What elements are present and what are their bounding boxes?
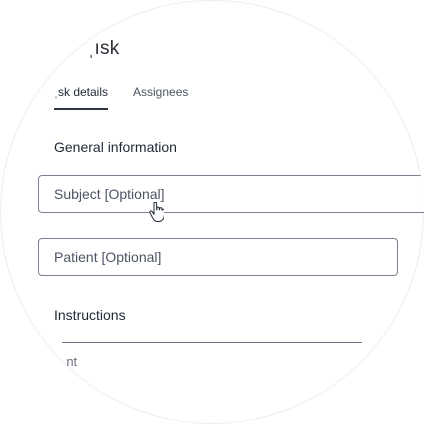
instructions-input[interactable]: [62, 322, 362, 343]
partial-field-label: ˌnt: [62, 354, 78, 369]
patient-placeholder: Patient [Optional]: [54, 249, 162, 265]
subject-input[interactable]: Subject [Optional]: [38, 175, 424, 213]
patient-input[interactable]: Patient [Optional]: [38, 238, 398, 276]
subject-placeholder: Subject [Optional]: [54, 186, 165, 202]
page-title: ˌısk: [88, 38, 120, 59]
magnified-viewport: ˌısk ˌsk details Assignees General infor…: [0, 0, 424, 424]
tab-assignees[interactable]: Assignees: [133, 84, 188, 100]
section-title-general-information: General information: [54, 139, 177, 155]
tab-task-details[interactable]: ˌsk details: [54, 84, 109, 110]
section-title-instructions: Instructions: [54, 307, 126, 323]
tab-bar: ˌsk details Assignees: [54, 84, 354, 110]
